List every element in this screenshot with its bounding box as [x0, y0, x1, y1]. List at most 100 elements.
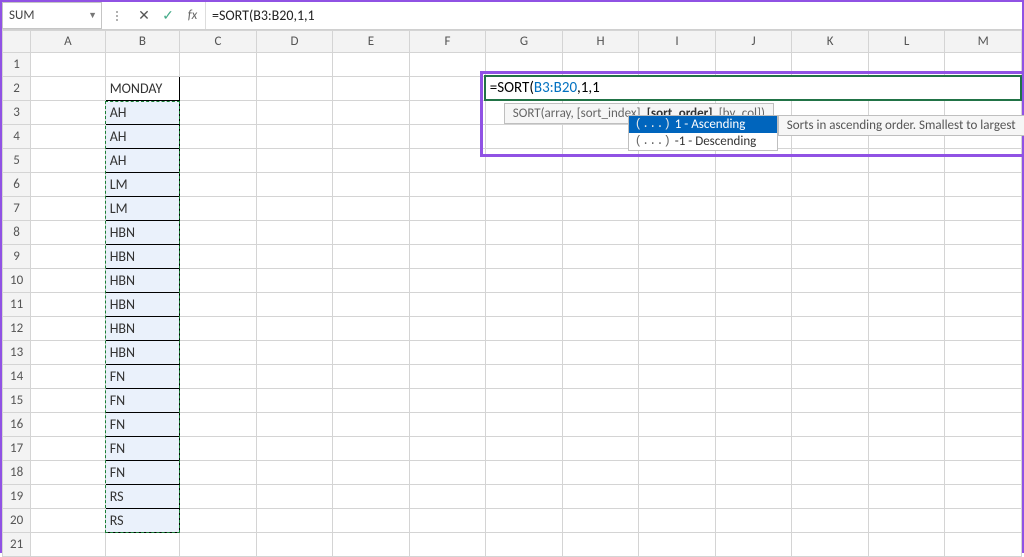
cell[interactable] — [180, 197, 257, 221]
column-header[interactable]: F — [409, 31, 486, 53]
cell[interactable] — [792, 389, 869, 413]
cell[interactable]: HBN — [105, 341, 180, 365]
cell[interactable] — [409, 245, 486, 269]
cell[interactable] — [715, 341, 792, 365]
cell[interactable] — [639, 221, 716, 245]
cell[interactable] — [868, 485, 945, 509]
cell[interactable] — [868, 269, 945, 293]
cell[interactable] — [180, 293, 257, 317]
row-header[interactable]: 18 — [3, 461, 31, 485]
cell[interactable] — [486, 437, 563, 461]
cell[interactable] — [792, 317, 869, 341]
cell[interactable] — [639, 365, 716, 389]
cell[interactable] — [333, 389, 410, 413]
cell[interactable] — [639, 173, 716, 197]
column-header[interactable]: G — [486, 31, 563, 53]
cell[interactable] — [256, 317, 333, 341]
cell[interactable] — [639, 437, 716, 461]
cell[interactable] — [256, 365, 333, 389]
column-header[interactable]: A — [31, 31, 106, 53]
row-header[interactable]: 8 — [3, 221, 31, 245]
cell[interactable] — [409, 149, 486, 173]
row-header[interactable]: 3 — [3, 101, 31, 125]
cell[interactable] — [31, 149, 106, 173]
cell[interactable] — [333, 365, 410, 389]
cell[interactable] — [715, 509, 792, 533]
row-header[interactable]: 5 — [3, 149, 31, 173]
cell[interactable] — [256, 173, 333, 197]
cell[interactable] — [639, 293, 716, 317]
cell[interactable]: FN — [105, 461, 180, 485]
cell[interactable]: HBN — [105, 221, 180, 245]
cell[interactable] — [945, 413, 1022, 437]
row-header[interactable]: 15 — [3, 389, 31, 413]
cell[interactable] — [792, 413, 869, 437]
cell[interactable] — [792, 461, 869, 485]
row-header[interactable]: 9 — [3, 245, 31, 269]
cell[interactable] — [715, 269, 792, 293]
cell[interactable] — [562, 413, 639, 437]
cell[interactable] — [715, 389, 792, 413]
cell[interactable] — [562, 461, 639, 485]
cell[interactable] — [945, 509, 1022, 533]
cell[interactable] — [639, 413, 716, 437]
accept-button[interactable]: ✓ — [156, 2, 180, 29]
cell[interactable] — [180, 173, 257, 197]
expand-handle[interactable] — [102, 2, 132, 29]
cell[interactable]: RS — [105, 485, 180, 509]
sort-order-option[interactable]: (...)1 - Ascending — [629, 116, 777, 133]
cell[interactable] — [715, 293, 792, 317]
cell[interactable] — [715, 437, 792, 461]
cell[interactable] — [333, 53, 410, 77]
cell[interactable] — [945, 245, 1022, 269]
cell[interactable] — [333, 509, 410, 533]
cell[interactable] — [180, 125, 257, 149]
cell[interactable] — [639, 389, 716, 413]
row-header[interactable]: 12 — [3, 317, 31, 341]
cell[interactable] — [945, 485, 1022, 509]
cell[interactable] — [562, 509, 639, 533]
column-header[interactable]: J — [715, 31, 792, 53]
cell[interactable] — [715, 173, 792, 197]
cell[interactable] — [256, 437, 333, 461]
cell[interactable] — [715, 245, 792, 269]
cell[interactable] — [639, 485, 716, 509]
cell[interactable] — [486, 461, 563, 485]
cell[interactable] — [333, 461, 410, 485]
column-header[interactable]: D — [256, 31, 333, 53]
cancel-button[interactable]: ✕ — [132, 2, 156, 29]
cell[interactable] — [180, 365, 257, 389]
cell[interactable] — [868, 365, 945, 389]
cell[interactable] — [31, 509, 106, 533]
cell[interactable] — [333, 413, 410, 437]
cell[interactable] — [409, 173, 486, 197]
cell[interactable] — [31, 53, 106, 77]
cell[interactable] — [562, 317, 639, 341]
cell[interactable]: HBN — [105, 317, 180, 341]
row-header[interactable]: 19 — [3, 485, 31, 509]
cell[interactable] — [333, 485, 410, 509]
formula-input[interactable]: =SORT(B3:B20,1,1 — [206, 2, 1022, 29]
cell[interactable] — [486, 389, 563, 413]
cell[interactable] — [333, 101, 410, 125]
cell[interactable] — [31, 269, 106, 293]
worksheet[interactable]: ABCDEFGHIJKLM 12MONDAY3AH4AH5AH6LM7LM8HB… — [2, 30, 1022, 557]
cell[interactable] — [31, 485, 106, 509]
cell[interactable] — [180, 53, 257, 77]
row-header[interactable]: 20 — [3, 509, 31, 533]
chevron-down-icon[interactable]: ▼ — [88, 10, 97, 21]
cell[interactable] — [562, 365, 639, 389]
cell[interactable] — [562, 389, 639, 413]
cell[interactable] — [256, 389, 333, 413]
cell[interactable] — [945, 437, 1022, 461]
cell[interactable] — [486, 173, 563, 197]
cell[interactable] — [945, 197, 1022, 221]
cell[interactable] — [792, 437, 869, 461]
column-header[interactable]: B — [105, 31, 180, 53]
cell[interactable] — [180, 245, 257, 269]
cell[interactable] — [715, 413, 792, 437]
cell[interactable] — [945, 389, 1022, 413]
row-header[interactable]: 7 — [3, 197, 31, 221]
cell[interactable] — [409, 437, 486, 461]
cell[interactable] — [486, 245, 563, 269]
